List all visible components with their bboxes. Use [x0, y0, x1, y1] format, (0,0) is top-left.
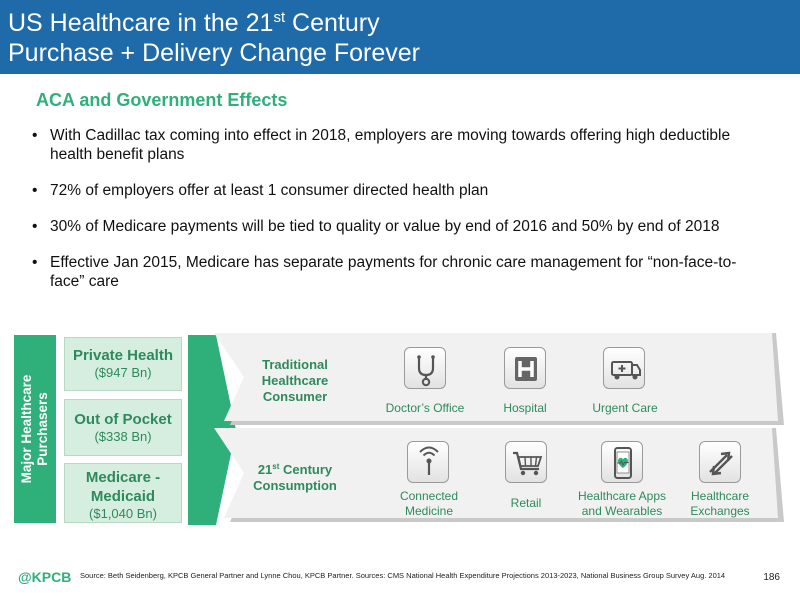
- ambulance-icon: [603, 347, 645, 389]
- purchaser-box-private-health: Private Health ($947 Bn): [64, 337, 182, 391]
- shopping-cart-icon: [505, 441, 547, 483]
- purchaser-box-medicare-medicaid: Medicare - Medicaid ($1,040 Bn): [64, 463, 182, 523]
- caption-hospital: Hospital: [503, 401, 547, 415]
- signal-icon: [407, 441, 449, 483]
- kpcb-logo: @KPCB: [18, 569, 72, 585]
- bullet-item: 72% of employers offer at least 1 consum…: [30, 181, 770, 200]
- traditional-label: Traditional Healthcare Consumer: [261, 357, 329, 404]
- bullet-item: 30% of Medicare payments will be tied to…: [30, 217, 770, 236]
- title-line2: Purchase + Delivery Change Forever: [8, 39, 420, 67]
- smartphone-heart-icon: [601, 441, 643, 483]
- exchange-arrows-icon: [699, 441, 741, 483]
- section-heading: ACA and Government Effects: [36, 90, 288, 110]
- caption-urgent-care: Urgent Care: [592, 401, 658, 415]
- caption-healthcare-apps: Healthcare Apps and Wearables: [577, 489, 667, 518]
- title-superscript: st: [273, 9, 286, 26]
- title-bar: US Healthcare in the 21st Century Purcha…: [0, 0, 800, 74]
- bullet-item: With Cadillac tax coming into effect in …: [30, 126, 770, 164]
- caption-doctors-office: Doctor’s Office: [385, 401, 465, 415]
- bullet-item: Effective Jan 2015, Medicare has separat…: [30, 253, 770, 291]
- purchaser-name: Private Health: [72, 347, 174, 364]
- title-line1-end: Century: [285, 9, 380, 37]
- purchaser-box-out-of-pocket: Out of Pocket ($338 Bn): [64, 399, 182, 456]
- purchaser-name: Out of Pocket: [74, 411, 172, 428]
- hospital-icon: [504, 347, 546, 389]
- title-line1: US Healthcare in the 21: [8, 9, 274, 37]
- page-number: 186: [763, 572, 780, 583]
- caption-healthcare-exchanges: Healthcare Exchanges: [690, 489, 750, 518]
- caption-connected-medicine: Connected Medicine: [399, 489, 459, 518]
- stethoscope-icon: [404, 347, 446, 389]
- purchaser-name: Medicare -: [85, 469, 161, 486]
- purchaser-name: Medicaid: [90, 488, 156, 505]
- purchaser-value: ($1,040 Bn): [89, 506, 157, 521]
- source-note: Source: Beth Seidenberg, KPCB General Pa…: [80, 571, 726, 580]
- purchaser-value: ($338 Bn): [94, 429, 152, 444]
- bullet-list: With Cadillac tax coming into effect in …: [30, 126, 770, 308]
- purchaser-value: ($947 Bn): [94, 365, 152, 380]
- purchasers-bar: Major Healthcare Purchasers: [14, 335, 56, 523]
- caption-retail: Retail: [510, 496, 542, 510]
- slide-title: US Healthcare in the 21st Century Purcha…: [8, 8, 420, 68]
- purchasers-label: Major Healthcare Purchasers: [19, 374, 50, 484]
- modern-label: 21st Century Consumption: [253, 462, 337, 493]
